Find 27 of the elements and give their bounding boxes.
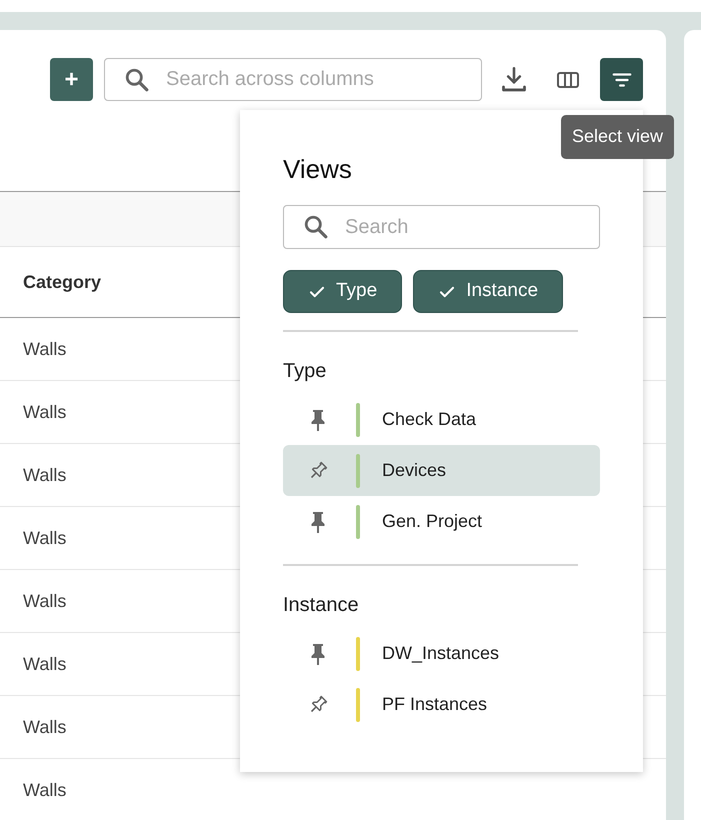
- table-cell-text: Walls: [23, 400, 66, 424]
- search-field[interactable]: Search across columns: [104, 58, 482, 101]
- table-cell-text: Walls: [23, 716, 66, 738]
- download-icon: [500, 66, 528, 94]
- filter-chip[interactable]: Type: [283, 270, 402, 314]
- search-icon: [303, 214, 329, 240]
- table-cell-text: Walls: [23, 338, 66, 360]
- table-cell-text: Walls: [23, 652, 66, 676]
- group-heading: Instance: [283, 593, 360, 618]
- add-button[interactable]: +: [50, 58, 93, 101]
- view-item[interactable]: Gen. Project: [283, 496, 600, 548]
- search-field[interactable]: Search: [283, 205, 600, 250]
- table-cell-text: Walls: [23, 464, 66, 486]
- table-cell-text: Walls: [23, 778, 66, 802]
- view-item[interactable]: Check Data: [283, 394, 600, 446]
- search-icon: [124, 66, 150, 92]
- filter-button[interactable]: [600, 58, 643, 101]
- filter-chip[interactable]: Instance: [413, 270, 564, 314]
- dropdown-title: Views: [283, 154, 353, 186]
- view-item[interactable]: DW_Instances: [283, 628, 600, 680]
- table-cell-text: Walls: [23, 526, 66, 550]
- group-heading: Type: [283, 359, 328, 384]
- column-header[interactable]: Category: [23, 268, 102, 296]
- view-item[interactable]: PF Instances: [283, 679, 600, 730]
- table-cell-text: Walls: [23, 590, 66, 612]
- tooltip: Select view: [561, 115, 674, 159]
- view-item[interactable]: Devices: [283, 445, 600, 496]
